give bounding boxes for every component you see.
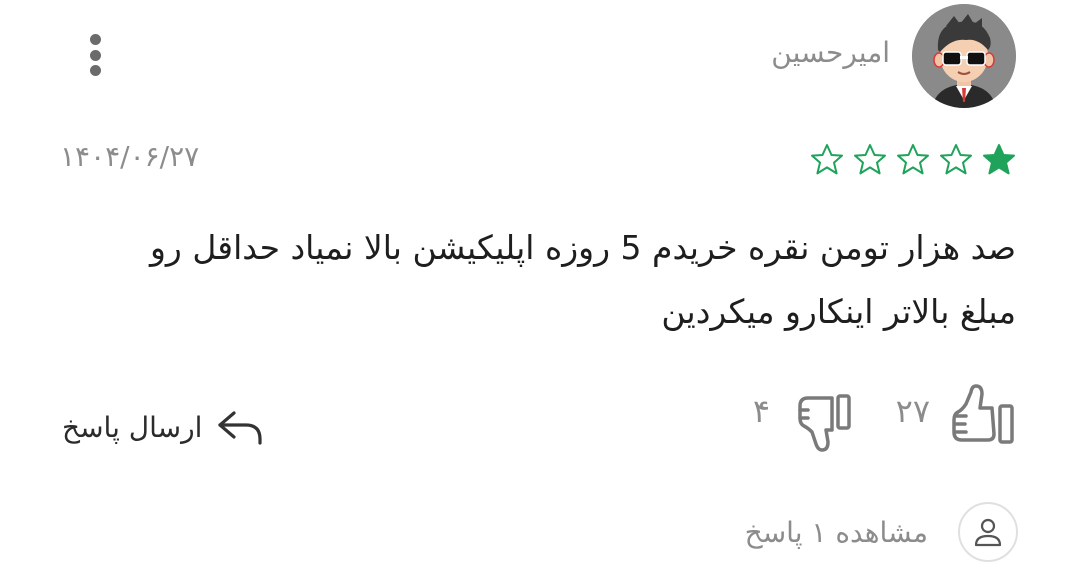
thumbs-up-icon — [952, 384, 1014, 444]
thumbs-down-icon — [798, 394, 851, 452]
view-replies-label: مشاهده ۱ پاسخ — [744, 515, 928, 549]
reply-label: ارسال پاسخ — [62, 410, 203, 444]
star-empty-icon — [811, 144, 843, 175]
user-icon — [958, 502, 1018, 562]
dislike-button[interactable] — [788, 388, 858, 454]
star-filled-icon — [983, 144, 1015, 175]
avatar-illustration — [912, 4, 1016, 108]
more-options-icon[interactable] — [76, 30, 114, 80]
like-count: ۲۷ — [895, 392, 930, 430]
star-empty-icon — [854, 144, 886, 175]
avatar[interactable] — [912, 4, 1016, 108]
comment-text: صد هزار تومن نقره خریدم 5 روزه اپلیکیشن … — [149, 228, 1016, 331]
star-empty-icon — [940, 144, 972, 175]
reply-button[interactable]: ارسال پاسخ — [62, 402, 266, 452]
view-replies-button[interactable]: مشاهده ۱ پاسخ — [718, 500, 1018, 564]
like-button[interactable] — [940, 382, 1020, 448]
reply-arrow-icon — [218, 411, 263, 445]
rating-stars — [810, 142, 1016, 178]
star-empty-icon — [897, 144, 929, 175]
author-name: امیرحسین — [771, 36, 890, 69]
comment-date: ۱۴۰۴/۰۶/۲۷ — [60, 140, 200, 173]
dislike-count: ۴ — [752, 392, 770, 430]
